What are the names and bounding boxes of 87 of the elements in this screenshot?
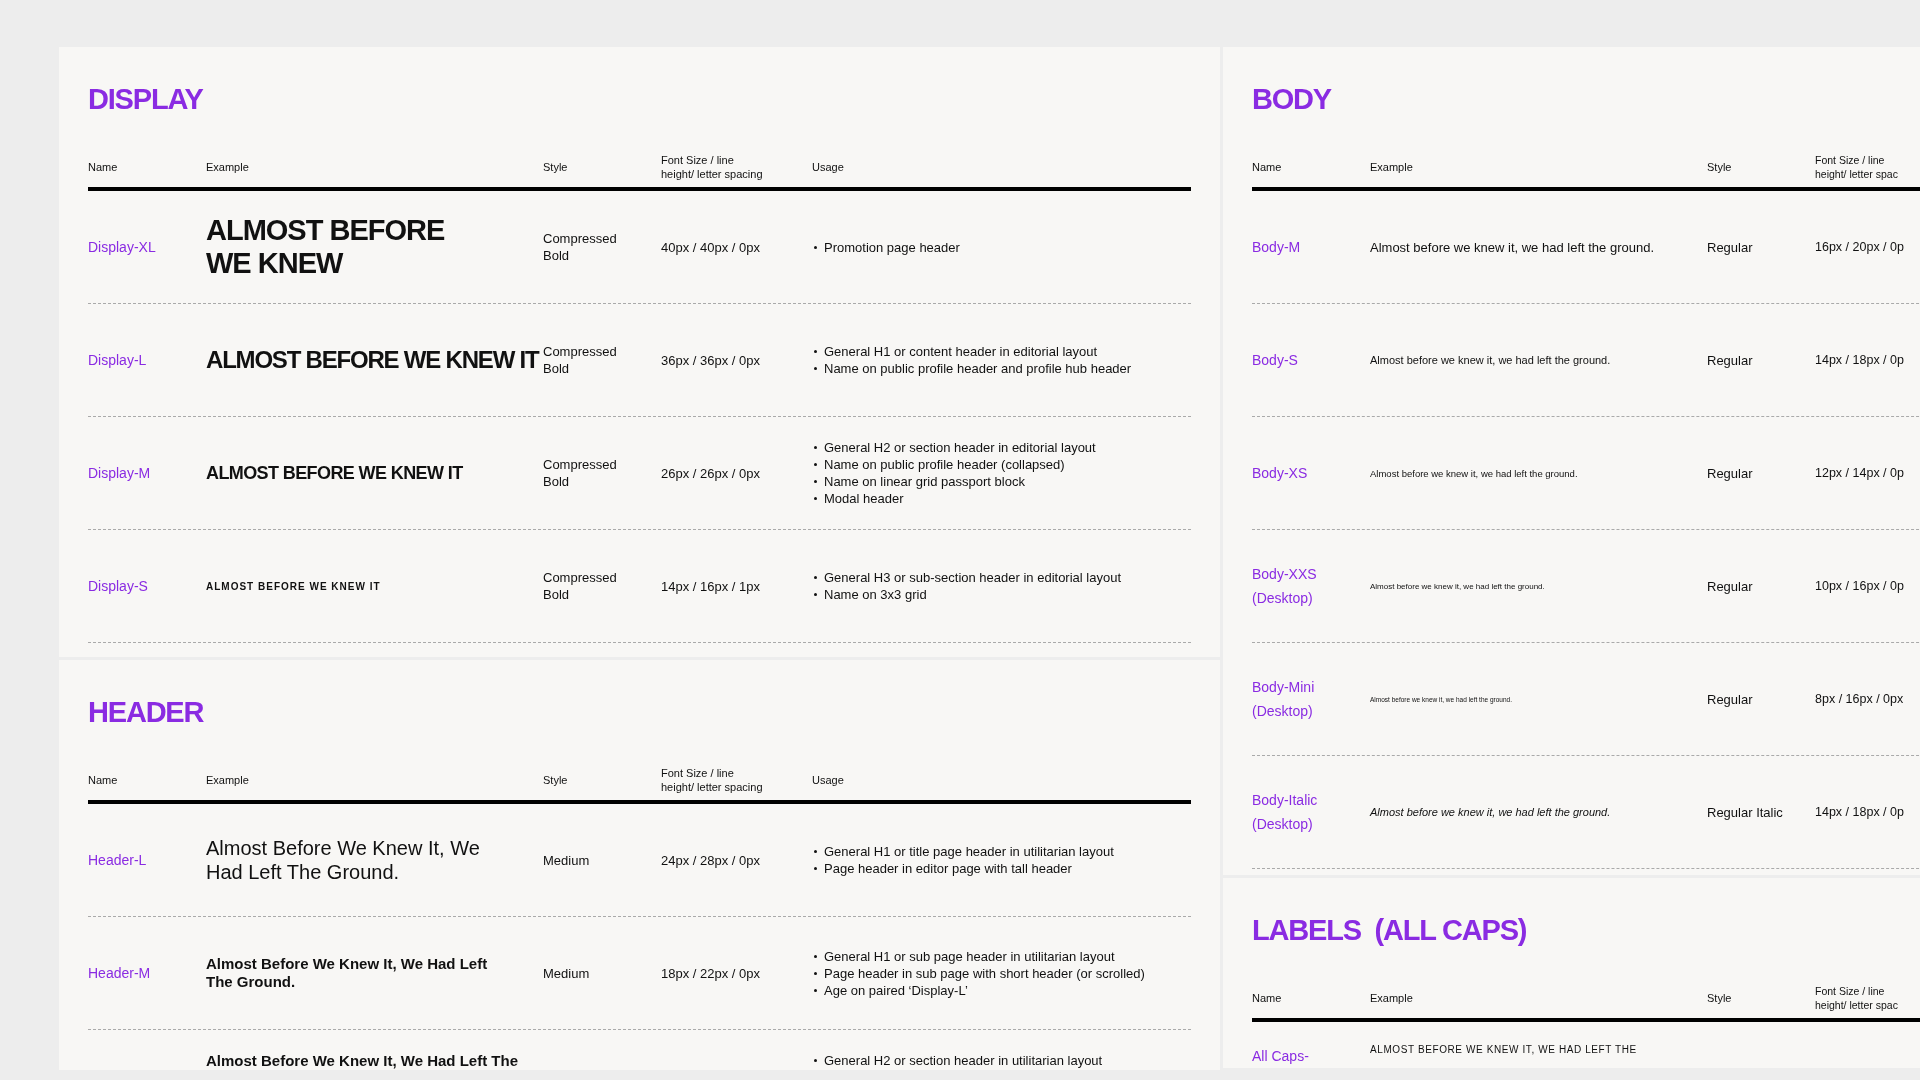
style-name: Body-XS [1252,464,1309,483]
style-weight: Compressed Bold [543,230,618,264]
example-text: Almost before we knew it, we had left the ground. [1370,806,1611,818]
font-size-spec: 8px / 16px / 0px [1815,692,1905,706]
column-header: Name [88,160,119,174]
style-name: Header-M [88,964,152,983]
column-header: Font Size / line height/ letter spac [1815,984,1899,1012]
style-weight: Regular [1707,690,1754,708]
usage-item: General H1 or sub page header in utilitarian layout [812,947,1191,965]
example-text: Almost Before We Knew It, We Had Left The Ground. [206,836,481,884]
font-size-spec: 26px / 26px / 0px [661,465,761,481]
usage-item: General H3 or sub-section header in editorial layout [812,569,1191,586]
example-text: ALMOST BEFORE WE KNEW IT, WE HAD LEFT THE [1370,1044,1637,1055]
section-title: LABELS (ALL CAPS) [1252,913,1528,948]
style-name: Display-L [88,351,148,370]
style-weight: Regular [1707,577,1754,595]
example-text: Almost before we knew it, we had left the ground. [1370,239,1654,255]
style-weight: Medium [543,851,591,869]
example-text: Almost Before We Knew It, We Had Left The Ground. [206,955,489,991]
example-text: Almost before we knew it, we had left the ground. [1370,467,1578,479]
column-header: Name [1252,991,1283,1005]
example-text: ALMOST BEFORE WE KNEW IT [206,462,463,484]
style-name: All Caps- [1252,1047,1310,1066]
usage-item: Page header in sub page with short header (or scrolled) [812,964,1191,982]
font-size-spec: 10px / 16px / 0p [1815,579,1905,593]
style-name: Header-L [88,851,148,870]
usage-item: Name on 3x3 grid [812,586,1191,603]
column-header: Font Size / line height/ letter spac [1815,153,1899,181]
section-title: BODY [1252,82,1333,117]
style-weight: Regular Italic [1707,803,1784,821]
style-name: Display-M [88,464,152,483]
usage-item: Name on public profile header and profile hub header [812,360,1191,377]
usage-item: General H2 or section header in utilitarian layout [812,1052,1191,1069]
font-size-spec: 14px / 18px / 0p [1815,353,1905,367]
font-size-spec: 40px / 40px / 0px [661,239,761,255]
font-size-spec: 24px / 28px / 0px [661,852,761,868]
font-size-spec: 14px / 16px / 1px [661,578,761,594]
font-size-spec: 36px / 36px / 0px [661,352,761,368]
column-header: Style [1707,991,1733,1005]
column-header: Style [1707,160,1733,174]
style-weight: Compressed Bold [543,343,618,377]
style-name: Body-Mini (Desktop) [1252,678,1316,721]
style-name: Body-S [1252,351,1299,370]
font-size-spec: 16px / 20px / 0p [1815,240,1905,254]
usage-item: Name on public profile header (collapsed) [812,456,1191,473]
example-text: ALMOST BEFORE WE KNEW IT [206,580,381,592]
column-header: Style [543,160,569,174]
example-text: ALMOST BEFORE WE KNEW [206,214,446,280]
font-size-spec: 14px / 18px / 0p [1815,805,1905,819]
column-header: Usage [812,773,845,787]
style-name: Body-M [1252,238,1302,257]
column-header: Font Size / line height/ letter spacing [661,153,764,181]
column-header: Example [1370,160,1414,174]
style-name: Body-Italic (Desktop) [1252,791,1319,834]
usage-item: Name on linear grid passport block [812,473,1191,490]
column-header: Name [1252,160,1283,174]
example-text: Almost before we knew it, we had left the ground. [1370,354,1611,366]
example-text: Almost before we knew it, we had left the ground. [1370,581,1545,591]
example-text: Almost Before We Knew It, We Had Left The [206,1052,518,1070]
style-name: Display-S [88,577,149,596]
example-text: ALMOST BEFORE WE KNEW IT [206,345,539,375]
column-header: Name [88,773,119,787]
column-header: Font Size / line height/ letter spacing [661,766,764,794]
section-title: HEADER [88,695,205,730]
style-weight: Compressed Bold [543,569,618,603]
column-header: Example [206,160,250,174]
section-title: DISPLAY [88,82,204,117]
style-name: Display-XL [88,238,157,257]
style-weight: Regular [1707,238,1754,256]
style-weight: Regular [1707,351,1754,369]
usage-item: Page header in editor page with tall header [812,860,1191,877]
style-name: Body-XXS (Desktop) [1252,565,1318,608]
usage-item: General H1 or title page header in utilitarian layout [812,843,1191,860]
usage-item: Modal header [812,490,1191,507]
usage-item: Age on paired ‘Display-L’ [812,981,1191,999]
usage-item: General H2 or section header in editorial layout [812,439,1191,456]
column-header: Example [1370,991,1414,1005]
column-header: Usage [812,160,845,174]
style-weight: Medium [543,964,591,982]
column-header: Example [206,773,250,787]
font-size-spec: 18px / 22px / 0px [661,965,761,981]
usage-item: General H1 or content header in editorial layout [812,343,1191,360]
column-header: Style [543,773,569,787]
style-weight: Compressed Bold [543,456,618,490]
font-size-spec: 12px / 14px / 0p [1815,466,1905,480]
usage-item: Promotion page header [812,238,1191,256]
style-weight: Regular [1707,464,1754,482]
